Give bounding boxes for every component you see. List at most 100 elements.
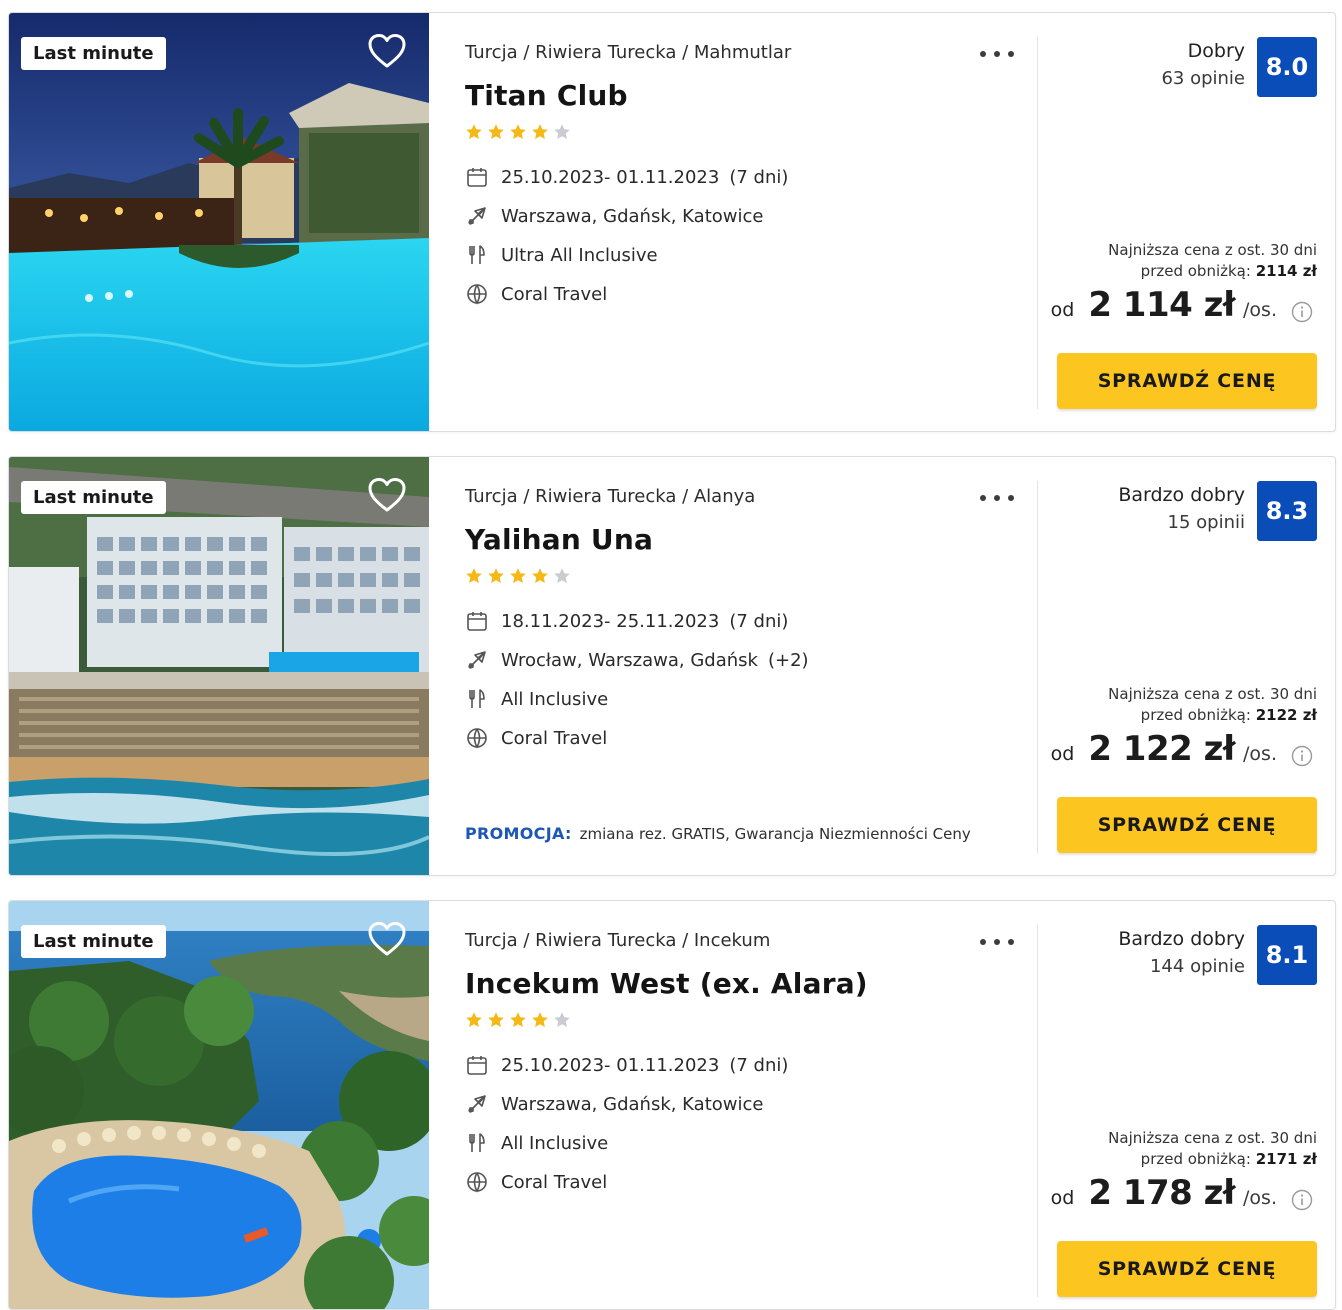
rating-label: Bardzo dobry xyxy=(1118,484,1245,506)
plane-icon xyxy=(465,204,489,228)
lowest-price-note: Najniższa cena z ost. 30 dni xyxy=(1108,241,1317,259)
lowest-price-label: przed obniżką: xyxy=(1140,706,1251,724)
price-info-icon[interactable] xyxy=(1291,745,1313,767)
lowest-price-note: Najniższa cena z ost. 30 dni xyxy=(1108,1129,1317,1147)
star-filled-icon xyxy=(465,123,483,141)
hotel-stars xyxy=(465,1011,571,1029)
operator-text: Coral Travel xyxy=(501,727,608,749)
price-amount: 2 114 zł xyxy=(1088,285,1236,325)
last-minute-badge: Last minute xyxy=(21,481,166,514)
dates-text: 25.10.2023- 01.11.2023 xyxy=(501,1054,720,1076)
offer-card[interactable]: Last minute Turcja / Riwiera Turecka / M… xyxy=(8,12,1336,432)
check-price-button[interactable]: SPRAWDŹ CENĘ xyxy=(1057,797,1317,853)
cutlery-icon xyxy=(465,687,489,711)
globe-icon xyxy=(465,1170,489,1194)
operator-text: Coral Travel xyxy=(501,1171,608,1193)
calendar-icon xyxy=(465,1053,489,1077)
calendar-icon xyxy=(465,165,489,189)
card-divider xyxy=(1037,925,1038,1297)
star-filled-icon xyxy=(509,123,527,141)
departure-airports: Warszawa, Gdańsk, Katowice xyxy=(465,1091,773,1117)
offer-card[interactable]: Last minute Turcja / Riwiera Turecka / I… xyxy=(8,900,1336,1310)
offer-info: Turcja / Riwiera Turecka / Alanya Yaliha… xyxy=(465,457,1025,875)
star-filled-icon xyxy=(531,567,549,585)
lowest-price-before-discount: przed obniżką: 2171 zł xyxy=(1141,1150,1317,1168)
price-prefix: od xyxy=(1050,743,1075,765)
promotion-label: PROMOCJA: xyxy=(465,824,572,843)
board-type: All Inclusive xyxy=(465,1130,608,1156)
location-breadcrumb[interactable]: Turcja / Riwiera Turecka / Alanya xyxy=(465,486,755,507)
offer-card[interactable]: Last minute Turcja / Riwiera Turecka / A… xyxy=(8,456,1336,876)
tour-operator: Coral Travel xyxy=(465,281,607,307)
hotel-name[interactable]: Incekum West (ex. Alara) xyxy=(465,967,868,1000)
board-text: All Inclusive xyxy=(501,688,609,710)
star-empty-icon xyxy=(553,567,571,585)
hotel-photo-image xyxy=(9,901,429,1309)
hotel-photo[interactable]: Last minute xyxy=(9,901,429,1309)
review-count[interactable]: 144 opinie xyxy=(1150,956,1245,977)
lowest-price-before-discount: przed obniżką: 2114 zł xyxy=(1141,262,1317,280)
star-empty-icon xyxy=(553,123,571,141)
favorite-heart-icon[interactable] xyxy=(367,477,407,513)
travel-dates: 18.11.2023- 25.11.2023 (7 dni) xyxy=(465,608,788,634)
operator-text: Coral Travel xyxy=(501,283,608,305)
price-info-icon[interactable] xyxy=(1291,301,1313,323)
price-suffix: /os. xyxy=(1243,299,1277,321)
star-filled-icon xyxy=(487,1011,505,1029)
lowest-price-label: przed obniżką: xyxy=(1140,1150,1251,1168)
favorite-heart-icon[interactable] xyxy=(367,921,407,957)
hotel-name[interactable]: Titan Club xyxy=(465,79,628,112)
star-filled-icon xyxy=(465,567,483,585)
star-filled-icon xyxy=(531,1011,549,1029)
star-empty-icon xyxy=(553,1011,571,1029)
tour-operator: Coral Travel xyxy=(465,725,607,751)
price-suffix: /os. xyxy=(1243,1187,1277,1209)
lowest-price-value: 2171 zł xyxy=(1255,1150,1317,1168)
more-options-icon[interactable] xyxy=(979,41,1015,65)
plane-icon xyxy=(465,648,489,672)
location-breadcrumb[interactable]: Turcja / Riwiera Turecka / Incekum xyxy=(465,930,770,951)
hotel-photo[interactable]: Last minute xyxy=(9,457,429,875)
card-divider xyxy=(1037,481,1038,853)
price-amount: 2 178 zł xyxy=(1088,1173,1236,1213)
promotion-text: zmiana rez. GRATIS, Gwarancja Niezmienno… xyxy=(579,825,971,843)
price: od 2 178 zł /os. xyxy=(1051,1173,1277,1213)
offer-info: Turcja / Riwiera Turecka / Mahmutlar Tit… xyxy=(465,13,1025,431)
review-count[interactable]: 63 opinie xyxy=(1161,68,1245,89)
hotel-name[interactable]: Yalihan Una xyxy=(465,523,653,556)
price-prefix: od xyxy=(1050,299,1075,321)
departure-airports: Wrocław, Warszawa, Gdańsk (+2) xyxy=(465,647,809,673)
last-minute-badge: Last minute xyxy=(21,925,166,958)
cutlery-icon xyxy=(465,243,489,267)
rating-label: Bardzo dobry xyxy=(1118,928,1245,950)
departures-text: Warszawa, Gdańsk, Katowice xyxy=(501,1093,764,1115)
travel-dates: 25.10.2023- 01.11.2023 (7 dni) xyxy=(465,164,788,190)
more-options-icon[interactable] xyxy=(979,929,1015,953)
board-text: Ultra All Inclusive xyxy=(501,244,658,266)
rating-score-badge: 8.1 xyxy=(1257,925,1317,985)
favorite-heart-icon[interactable] xyxy=(367,33,407,69)
globe-icon xyxy=(465,282,489,306)
check-price-button[interactable]: SPRAWDŹ CENĘ xyxy=(1057,1241,1317,1297)
more-options-icon[interactable] xyxy=(979,485,1015,509)
star-filled-icon xyxy=(487,567,505,585)
price: od 2 122 zł /os. xyxy=(1051,729,1277,769)
location-breadcrumb[interactable]: Turcja / Riwiera Turecka / Mahmutlar xyxy=(465,42,791,63)
lowest-price-value: 2114 zł xyxy=(1255,262,1317,280)
promotion: PROMOCJA: zmiana rez. GRATIS, Gwarancja … xyxy=(465,824,971,843)
star-filled-icon xyxy=(531,123,549,141)
hotel-photo[interactable]: Last minute xyxy=(9,13,429,431)
price-info-icon[interactable] xyxy=(1291,1189,1313,1211)
hotel-photo-image xyxy=(9,13,429,431)
departures-text: Warszawa, Gdańsk, Katowice xyxy=(501,205,764,227)
card-divider xyxy=(1037,37,1038,409)
departures-extra[interactable]: (+2) xyxy=(768,650,809,671)
hotel-photo-image xyxy=(9,457,429,875)
tour-operator: Coral Travel xyxy=(465,1169,607,1195)
price-suffix: /os. xyxy=(1243,743,1277,765)
board-type: All Inclusive xyxy=(465,686,608,712)
rating-score-badge: 8.0 xyxy=(1257,37,1317,97)
travel-dates: 25.10.2023- 01.11.2023 (7 dni) xyxy=(465,1052,788,1078)
review-count[interactable]: 15 opinii xyxy=(1168,512,1245,533)
check-price-button[interactable]: SPRAWDŹ CENĘ xyxy=(1057,353,1317,409)
